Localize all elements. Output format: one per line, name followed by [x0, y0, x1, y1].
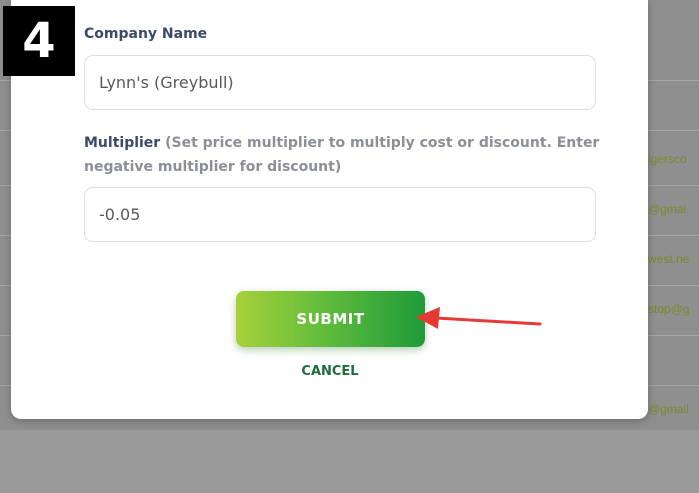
company-name-label: Company Name	[84, 22, 207, 46]
annotation-arrow-icon	[416, 307, 542, 329]
edit-company-modal: Company Name Multiplier (Set price multi…	[11, 0, 648, 419]
background-email-cell: @gmail	[648, 402, 689, 416]
cancel-button[interactable]: CANCEL	[280, 364, 380, 379]
background-email-cell: lgersco	[648, 152, 687, 166]
background-footer	[0, 430, 699, 493]
multiplier-label: Multiplier (Set price multiplier to mult…	[84, 131, 604, 179]
company-name-label-text: Company Name	[84, 26, 208, 42]
multiplier-label-text: Multiplier	[84, 135, 161, 151]
step-number-badge: 4	[3, 6, 75, 76]
company-name-input[interactable]	[84, 55, 596, 110]
multiplier-hint: (Set price multiplier to multiply cost o…	[84, 135, 600, 175]
submit-button[interactable]: SUBMIT	[236, 291, 425, 347]
background-email-cell: west.ne	[648, 252, 690, 266]
background-email-cell: stop@g	[648, 302, 690, 316]
background-email-cell: @gmai	[648, 202, 687, 216]
multiplier-input[interactable]	[84, 187, 596, 242]
